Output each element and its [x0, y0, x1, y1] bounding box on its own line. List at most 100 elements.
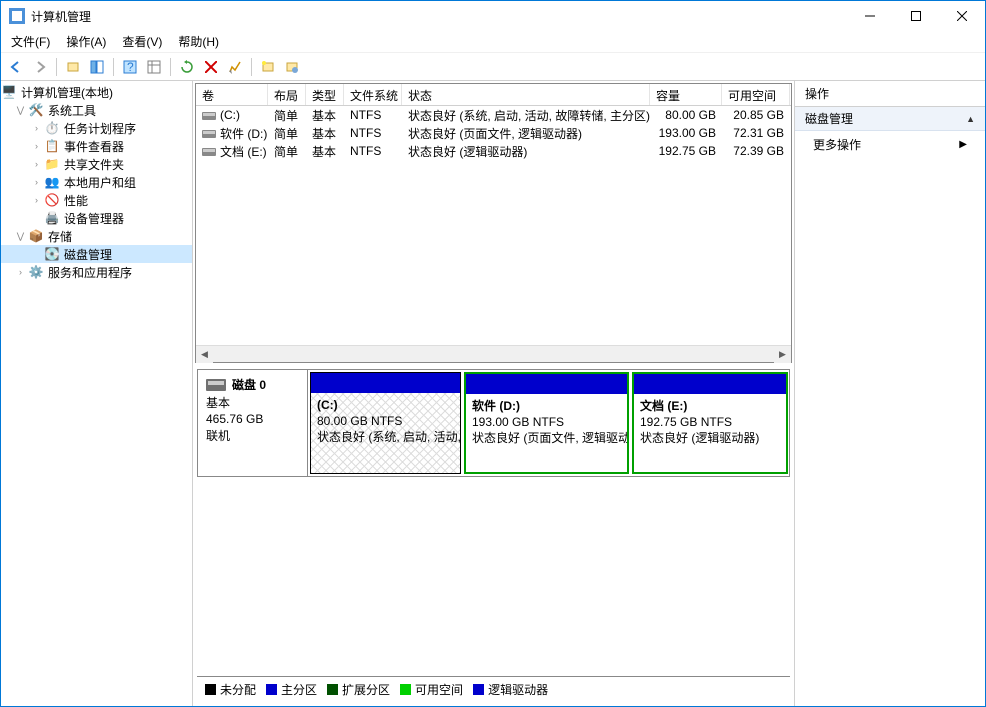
- actions-more[interactable]: 更多操作 ▶: [795, 131, 985, 158]
- tree-shared-folders[interactable]: ›📁共享文件夹: [1, 155, 192, 173]
- horizontal-scrollbar[interactable]: ◀ ▶: [196, 345, 791, 362]
- clock-icon: ⏱️: [44, 120, 60, 136]
- minimize-button[interactable]: [847, 1, 893, 31]
- scroll-right-icon[interactable]: ▶: [774, 346, 791, 363]
- col-type[interactable]: 类型: [306, 84, 344, 105]
- collapse-icon[interactable]: ▲: [966, 114, 975, 124]
- menu-help[interactable]: 帮助(H): [172, 31, 225, 52]
- disk-type: 基本: [206, 394, 299, 411]
- storage-icon: 📦: [28, 228, 44, 244]
- collapse-icon[interactable]: ⋁: [15, 231, 26, 242]
- tree-task-scheduler[interactable]: ›⏱️任务计划程序: [1, 119, 192, 137]
- device-icon: 🖨️: [44, 210, 60, 226]
- volume-icon: [202, 130, 216, 138]
- disk-icon: [206, 379, 226, 391]
- tree-root[interactable]: 🖥️ 计算机管理(本地): [1, 83, 192, 101]
- main-content: 🖥️ 计算机管理(本地) ⋁ 🛠️ 系统工具 ›⏱️任务计划程序 ›📋事件查看器: [1, 81, 985, 706]
- svg-text:?: ?: [127, 60, 134, 74]
- collapse-icon[interactable]: ⋁: [15, 105, 26, 116]
- expand-icon[interactable]: ›: [31, 159, 42, 170]
- settings-button[interactable]: [281, 56, 303, 78]
- disk-graphical-view: 磁盘 0 基本 465.76 GB 联机 (C:) 80.00 GB NTFS …: [195, 367, 792, 704]
- disk-icon: 💽: [44, 246, 60, 262]
- scroll-left-icon[interactable]: ◀: [196, 346, 213, 363]
- tree-pane: 🖥️ 计算机管理(本地) ⋁ 🛠️ 系统工具 ›⏱️任务计划程序 ›📋事件查看器: [1, 81, 193, 706]
- show-hide-button[interactable]: [86, 56, 108, 78]
- services-icon: ⚙️: [28, 264, 44, 280]
- actions-header: 操作: [795, 81, 985, 107]
- expand-icon[interactable]: ›: [31, 141, 42, 152]
- col-status[interactable]: 状态: [402, 84, 650, 105]
- legend-primary: 主分区: [266, 681, 317, 698]
- menu-view[interactable]: 查看(V): [116, 31, 168, 52]
- table-row[interactable]: 软件 (D:)简单基本NTFS状态良好 (页面文件, 逻辑驱动器)193.00 …: [196, 124, 791, 142]
- users-icon: 👥: [44, 174, 60, 190]
- partition-c[interactable]: (C:) 80.00 GB NTFS 状态良好 (系统, 启动, 活动, 故障转…: [310, 372, 461, 474]
- arrow-right-icon: ▶: [959, 139, 967, 150]
- up-button[interactable]: [62, 56, 84, 78]
- folder-icon: 📁: [44, 156, 60, 172]
- delete-button[interactable]: [200, 56, 222, 78]
- col-filesystem[interactable]: 文件系统: [344, 84, 402, 105]
- app-icon: [9, 8, 25, 24]
- properties-button[interactable]: [224, 56, 246, 78]
- legend-extended: 扩展分区: [327, 681, 390, 698]
- tree-storage[interactable]: ⋁ 📦 存储: [1, 227, 192, 245]
- volume-icon: [202, 112, 216, 120]
- expand-icon[interactable]: ›: [31, 177, 42, 188]
- refresh-button[interactable]: [176, 56, 198, 78]
- menu-file[interactable]: 文件(F): [5, 31, 56, 52]
- new-button[interactable]: [257, 56, 279, 78]
- forward-button[interactable]: [29, 56, 51, 78]
- volume-list-body[interactable]: (C:)简单基本NTFS状态良好 (系统, 启动, 活动, 故障转储, 主分区)…: [196, 106, 791, 345]
- disk-status: 联机: [206, 427, 299, 444]
- legend-free: 可用空间: [400, 681, 463, 698]
- tree-event-viewer[interactable]: ›📋事件查看器: [1, 137, 192, 155]
- menu-action[interactable]: 操作(A): [60, 31, 112, 52]
- col-volume[interactable]: 卷: [196, 84, 268, 105]
- col-layout[interactable]: 布局: [268, 84, 306, 105]
- volume-list-header: 卷 布局 类型 文件系统 状态 容量 可用空间: [196, 84, 791, 106]
- computer-icon: 🖥️: [1, 84, 17, 100]
- partition-e[interactable]: 文档 (E:) 192.75 GB NTFS 状态良好 (逻辑驱动器): [632, 372, 788, 474]
- partition-d[interactable]: 软件 (D:) 193.00 GB NTFS 状态良好 (页面文件, 逻辑驱动器…: [464, 372, 629, 474]
- tree-system-tools[interactable]: ⋁ 🛠️ 系统工具: [1, 101, 192, 119]
- tree-local-users[interactable]: ›👥本地用户和组: [1, 173, 192, 191]
- expand-icon[interactable]: ›: [31, 123, 42, 134]
- close-button[interactable]: [939, 1, 985, 31]
- tree-performance[interactable]: ›🚫性能: [1, 191, 192, 209]
- volume-list: 卷 布局 类型 文件系统 状态 容量 可用空间 (C:)简单基本NTFS状态良好…: [195, 83, 792, 363]
- actions-section[interactable]: 磁盘管理 ▲: [795, 107, 985, 131]
- performance-icon: 🚫: [44, 192, 60, 208]
- back-button[interactable]: [5, 56, 27, 78]
- maximize-button[interactable]: [893, 1, 939, 31]
- disk-info[interactable]: 磁盘 0 基本 465.76 GB 联机: [198, 370, 308, 476]
- tree-disk-management[interactable]: ›💽磁盘管理: [1, 245, 192, 263]
- table-row[interactable]: 文档 (E:)简单基本NTFS状态良好 (逻辑驱动器)192.75 GB72.3…: [196, 142, 791, 160]
- tree-services-apps[interactable]: › ⚙️ 服务和应用程序: [1, 263, 192, 281]
- legend: 未分配 主分区 扩展分区 可用空间 逻辑驱动器: [197, 676, 790, 702]
- toolbar: ?: [1, 53, 985, 81]
- volume-icon: [202, 148, 216, 156]
- menu-bar: 文件(F) 操作(A) 查看(V) 帮助(H): [1, 31, 985, 53]
- help-button[interactable]: ?: [119, 56, 141, 78]
- disk-size: 465.76 GB: [206, 412, 299, 426]
- expand-icon[interactable]: ›: [15, 267, 26, 278]
- disk-row[interactable]: 磁盘 0 基本 465.76 GB 联机 (C:) 80.00 GB NTFS …: [197, 369, 790, 477]
- view-button[interactable]: [143, 56, 165, 78]
- col-capacity[interactable]: 容量: [650, 84, 722, 105]
- col-free[interactable]: 可用空间: [722, 84, 790, 105]
- expand-icon[interactable]: ›: [31, 195, 42, 206]
- tools-icon: 🛠️: [28, 102, 44, 118]
- content-pane: 卷 布局 类型 文件系统 状态 容量 可用空间 (C:)简单基本NTFS状态良好…: [193, 81, 795, 706]
- legend-logical: 逻辑驱动器: [473, 681, 548, 698]
- actions-pane: 操作 磁盘管理 ▲ 更多操作 ▶: [795, 81, 985, 706]
- window-title: 计算机管理: [31, 8, 847, 25]
- partitions: (C:) 80.00 GB NTFS 状态良好 (系统, 启动, 活动, 故障转…: [308, 370, 789, 476]
- disk-label: 磁盘 0: [232, 376, 266, 393]
- event-icon: 📋: [44, 138, 60, 154]
- table-row[interactable]: (C:)简单基本NTFS状态良好 (系统, 启动, 活动, 故障转储, 主分区)…: [196, 106, 791, 124]
- tree-device-manager[interactable]: ›🖨️设备管理器: [1, 209, 192, 227]
- title-bar: 计算机管理: [1, 1, 985, 31]
- legend-unallocated: 未分配: [205, 681, 256, 698]
